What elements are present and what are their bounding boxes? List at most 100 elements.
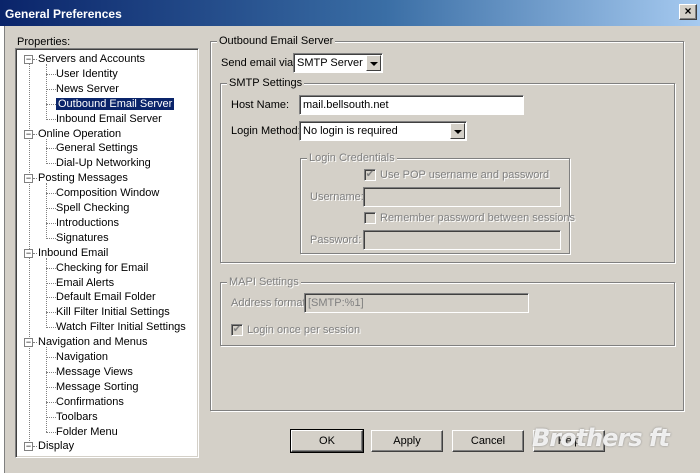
tree-connector <box>46 183 47 239</box>
tree-label: Watch Filter Initial Settings <box>56 321 186 334</box>
tree-label: Inbound Email Server <box>56 112 162 125</box>
tree-connector <box>46 282 56 284</box>
tree-connector <box>33 446 37 448</box>
tree-connector <box>46 118 56 120</box>
tree-label: Navigation and Menus <box>38 336 148 349</box>
tree-label: Composition Window <box>56 187 160 200</box>
tree-label: Introductions <box>56 216 119 229</box>
mapi-group-label: MAPI Settings <box>227 276 301 288</box>
collapse-icon[interactable]: − <box>24 442 33 452</box>
login-method-select[interactable]: No login is required <box>299 121 467 141</box>
tree-connector <box>46 148 56 150</box>
tree-connector <box>46 193 56 195</box>
tree-connector <box>46 208 56 209</box>
tree-label: Servers and Accounts <box>38 53 146 65</box>
remember-password-label: Remember password between sessions <box>380 212 576 224</box>
use-pop-checkbox[interactable]: ✔ <box>364 169 376 181</box>
tree-connector <box>33 178 37 180</box>
username-label: Username: <box>310 191 364 203</box>
host-name-label: Host Name: <box>231 99 290 111</box>
tree-connector <box>46 431 56 433</box>
chevron-down-icon[interactable] <box>450 123 465 139</box>
smtp-group-label: SMTP Settings <box>227 77 305 89</box>
help-button[interactable]: Help <box>533 430 605 452</box>
use-pop-label: Use POP username and password <box>380 169 550 181</box>
host-name-input[interactable]: mail.bellsouth.net <box>299 95 524 115</box>
tree-connector <box>46 222 56 224</box>
collapse-icon[interactable]: − <box>24 248 33 258</box>
tree-connector <box>46 103 56 105</box>
tree-label: User Identity <box>56 67 118 80</box>
login-method-value: No login is required <box>303 125 398 137</box>
tree-label: Confirmations <box>56 395 124 408</box>
mapi-group <box>220 282 675 346</box>
tree-label: Signatures <box>56 231 109 244</box>
username-input[interactable] <box>363 187 561 207</box>
tree-connector <box>46 237 56 239</box>
tree-connector <box>46 267 56 269</box>
tree-connector <box>46 401 56 403</box>
tree-label: Outbound Email Server <box>56 97 175 110</box>
login-once-label: Login once per session <box>247 324 361 336</box>
cancel-button[interactable]: Cancel <box>452 430 524 452</box>
tree-connector <box>46 416 56 418</box>
tree-label: Toolbars <box>56 410 98 423</box>
window-edge <box>0 26 5 473</box>
tree-connector <box>46 88 56 90</box>
tree-label: Spell Checking <box>56 202 130 214</box>
send-via-label: Send email via: <box>221 57 297 69</box>
ok-button[interactable]: OK <box>290 429 364 453</box>
credentials-group-label: Login Credentials <box>307 152 397 164</box>
tree-label: General Settings <box>56 142 138 155</box>
tree-label: Default Email Folder <box>56 291 156 304</box>
remember-password-checkbox[interactable] <box>364 212 376 224</box>
tree-connector <box>33 59 37 60</box>
tree-connector <box>46 163 56 165</box>
tree-connector <box>33 342 37 344</box>
collapse-icon[interactable]: − <box>24 338 33 348</box>
tree-label: News Server <box>56 82 119 95</box>
close-button[interactable]: × <box>679 4 697 20</box>
properties-label: Properties: <box>17 36 71 48</box>
window-title: General Preferences <box>5 7 122 21</box>
checkmark-icon: ✔ <box>365 169 375 180</box>
apply-button[interactable]: Apply <box>371 430 443 452</box>
password-label: Password: <box>310 234 362 246</box>
send-via-select[interactable]: SMTP Server <box>293 53 383 73</box>
checkmark-icon: ✔ <box>232 324 242 335</box>
collapse-icon[interactable]: − <box>24 129 33 139</box>
address-format-input[interactable]: [SMTP:%1] <box>304 293 529 313</box>
tree-connector <box>33 133 37 135</box>
tree-connector <box>46 138 47 165</box>
tree-label: Email Alerts <box>56 276 115 289</box>
send-via-value: SMTP Server <box>297 57 363 69</box>
tree-connector <box>46 386 56 388</box>
collapse-icon[interactable]: − <box>24 174 33 184</box>
address-format-label: Address format: <box>231 297 309 309</box>
tree-connector <box>46 73 56 75</box>
title-bar[interactable]: General Preferences <box>0 0 700 26</box>
tree-connector <box>46 347 47 433</box>
tree-label: Posting Messages <box>38 172 128 185</box>
tree-label: Folder Menu <box>56 425 118 438</box>
tree-connector <box>33 252 37 254</box>
tree-connector <box>46 297 56 299</box>
login-method-label: Login Method: <box>231 125 301 137</box>
tree-connector <box>46 64 47 120</box>
password-input[interactable] <box>363 230 561 250</box>
outbound-group-label: Outbound Email Server <box>217 35 336 47</box>
tree-label: Inbound Email <box>38 246 109 259</box>
properties-tree[interactable]: − Display Folder Menu Toolbars Confirmations… <box>17 50 197 456</box>
tree-connector <box>46 371 56 373</box>
tree-label: Dial-Up Networking <box>56 157 151 170</box>
login-once-checkbox[interactable]: ✔ <box>231 324 243 336</box>
tree-connector <box>46 312 56 314</box>
tree-label: Navigation <box>56 351 108 363</box>
collapse-icon[interactable]: − <box>24 55 33 64</box>
tree-connector <box>46 327 56 329</box>
tree-label: Display <box>38 440 75 453</box>
tree-connector <box>46 357 56 358</box>
chevron-down-icon[interactable] <box>366 55 381 71</box>
tree-label: Kill Filter Initial Settings <box>56 306 170 319</box>
tree-label: Checking for Email <box>56 261 149 274</box>
